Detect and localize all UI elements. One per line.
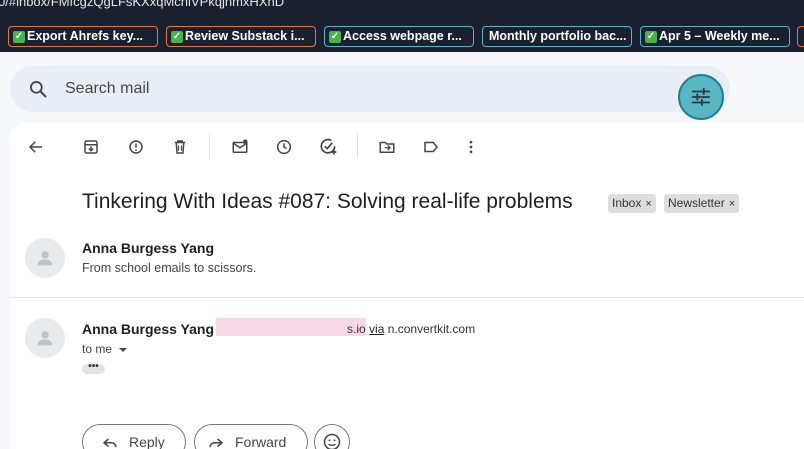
chevron-down-icon xyxy=(119,347,128,352)
collapsed-message-snippet[interactable]: From school emails to scissors. xyxy=(82,261,256,275)
checkmark-icon: ✓ xyxy=(171,30,183,43)
message-divider xyxy=(10,297,804,298)
label-button[interactable] xyxy=(420,136,442,158)
reply-label: Reply xyxy=(129,434,165,449)
bookmark-item[interactable]: ✓ Review Substack i... xyxy=(166,26,316,47)
back-button[interactable] xyxy=(25,136,47,158)
recipient-details-toggle[interactable]: to me xyxy=(82,342,128,356)
remove-label-icon[interactable]: × xyxy=(729,198,735,210)
bookmark-label: Access webpage r... xyxy=(343,29,462,43)
collapsed-message-sender[interactable]: Anna Burgess Yang xyxy=(82,240,214,256)
via-domain: n.convertkit.com xyxy=(387,322,476,336)
label-chip-inbox[interactable]: Inbox × xyxy=(608,194,656,213)
bookmarks-bar: ✓ Export Ahrefs key... ✓ Review Substack… xyxy=(0,22,804,52)
more-options-button[interactable] xyxy=(460,136,482,158)
person-icon xyxy=(37,331,53,346)
bookmark-item[interactable] xyxy=(797,26,804,47)
forward-icon xyxy=(209,438,224,448)
address-bar-text: 0/#inbox/FMfcgzQgLFsKXxqMchlVPkqjnmxHXhD xyxy=(0,0,285,9)
sender-domain: s.io xyxy=(347,322,366,336)
mark-unread-button[interactable] xyxy=(229,136,251,158)
archive-button[interactable] xyxy=(80,136,102,158)
bookmark-item[interactable]: Monthly portfolio bac... xyxy=(482,26,632,47)
forward-button[interactable]: Forward xyxy=(194,424,308,449)
reply-icon xyxy=(102,438,117,448)
bookmark-label: Apr 5 – Weekly me... xyxy=(659,29,780,43)
checkmark-icon: ✓ xyxy=(645,30,657,43)
back-arrow-icon xyxy=(28,141,42,153)
bookmark-item[interactable]: ✓ Access webpage r... xyxy=(324,26,474,47)
checkmark-icon: ✓ xyxy=(329,30,341,43)
checkmark-icon: ✓ xyxy=(13,30,25,43)
show-trimmed-content-button[interactable]: ••• xyxy=(82,362,105,374)
more-icon xyxy=(469,140,473,154)
email-subject: Tinkering With Ideas #087: Solving real-… xyxy=(82,190,573,213)
search-bar xyxy=(10,66,730,112)
avatar xyxy=(25,238,65,278)
recipient-text: to me xyxy=(82,342,113,356)
sender-email-info: s.io via n.convertkit.com xyxy=(347,322,475,336)
bookmark-label: Export Ahrefs key... xyxy=(27,29,144,43)
message-panel xyxy=(10,122,804,449)
snooze-button[interactable] xyxy=(273,136,295,158)
bookmark-label: Review Substack i... xyxy=(185,29,305,43)
via-link[interactable]: via xyxy=(369,322,384,336)
person-icon xyxy=(37,251,53,266)
tune-icon xyxy=(691,87,711,107)
add-to-tasks-icon xyxy=(320,138,337,155)
label-text: Inbox xyxy=(612,196,642,210)
mark-unread-icon xyxy=(232,139,248,153)
archive-icon xyxy=(84,140,98,154)
delete-icon xyxy=(174,140,186,154)
add-to-tasks-button[interactable] xyxy=(317,136,339,158)
bookmark-label: Monthly portfolio bac... xyxy=(489,29,627,43)
label-icon xyxy=(424,141,438,153)
bookmark-item[interactable]: ✓ Apr 5 – Weekly me... xyxy=(640,26,790,47)
label-text: Newsletter xyxy=(668,196,725,210)
label-chip-newsletter[interactable]: Newsletter × xyxy=(664,194,740,213)
forward-label: Forward xyxy=(235,434,287,449)
open-message-sender: Anna Burgess Yang xyxy=(82,321,215,337)
move-to-button[interactable] xyxy=(376,136,398,158)
remove-label-icon[interactable]: × xyxy=(645,198,651,210)
smiley-icon xyxy=(323,433,341,449)
search-icon[interactable] xyxy=(28,79,48,99)
address-bar[interactable]: 0/#inbox/FMfcgzQgLFsKXxqMchlVPkqjnmxHXhD xyxy=(0,0,804,22)
report-spam-icon xyxy=(129,140,143,154)
move-to-icon xyxy=(379,141,395,153)
avatar xyxy=(25,318,65,358)
toolbar-divider xyxy=(357,134,358,158)
search-input[interactable] xyxy=(65,78,625,100)
toolbar-divider xyxy=(209,134,210,158)
reply-button[interactable]: Reply xyxy=(82,424,186,449)
redacted-email-address xyxy=(216,318,366,336)
report-spam-button[interactable] xyxy=(125,136,147,158)
bookmark-item[interactable]: ✓ Export Ahrefs key... xyxy=(8,26,158,47)
search-options-button[interactable] xyxy=(678,74,724,120)
delete-button[interactable] xyxy=(169,136,191,158)
snooze-icon xyxy=(276,139,292,155)
